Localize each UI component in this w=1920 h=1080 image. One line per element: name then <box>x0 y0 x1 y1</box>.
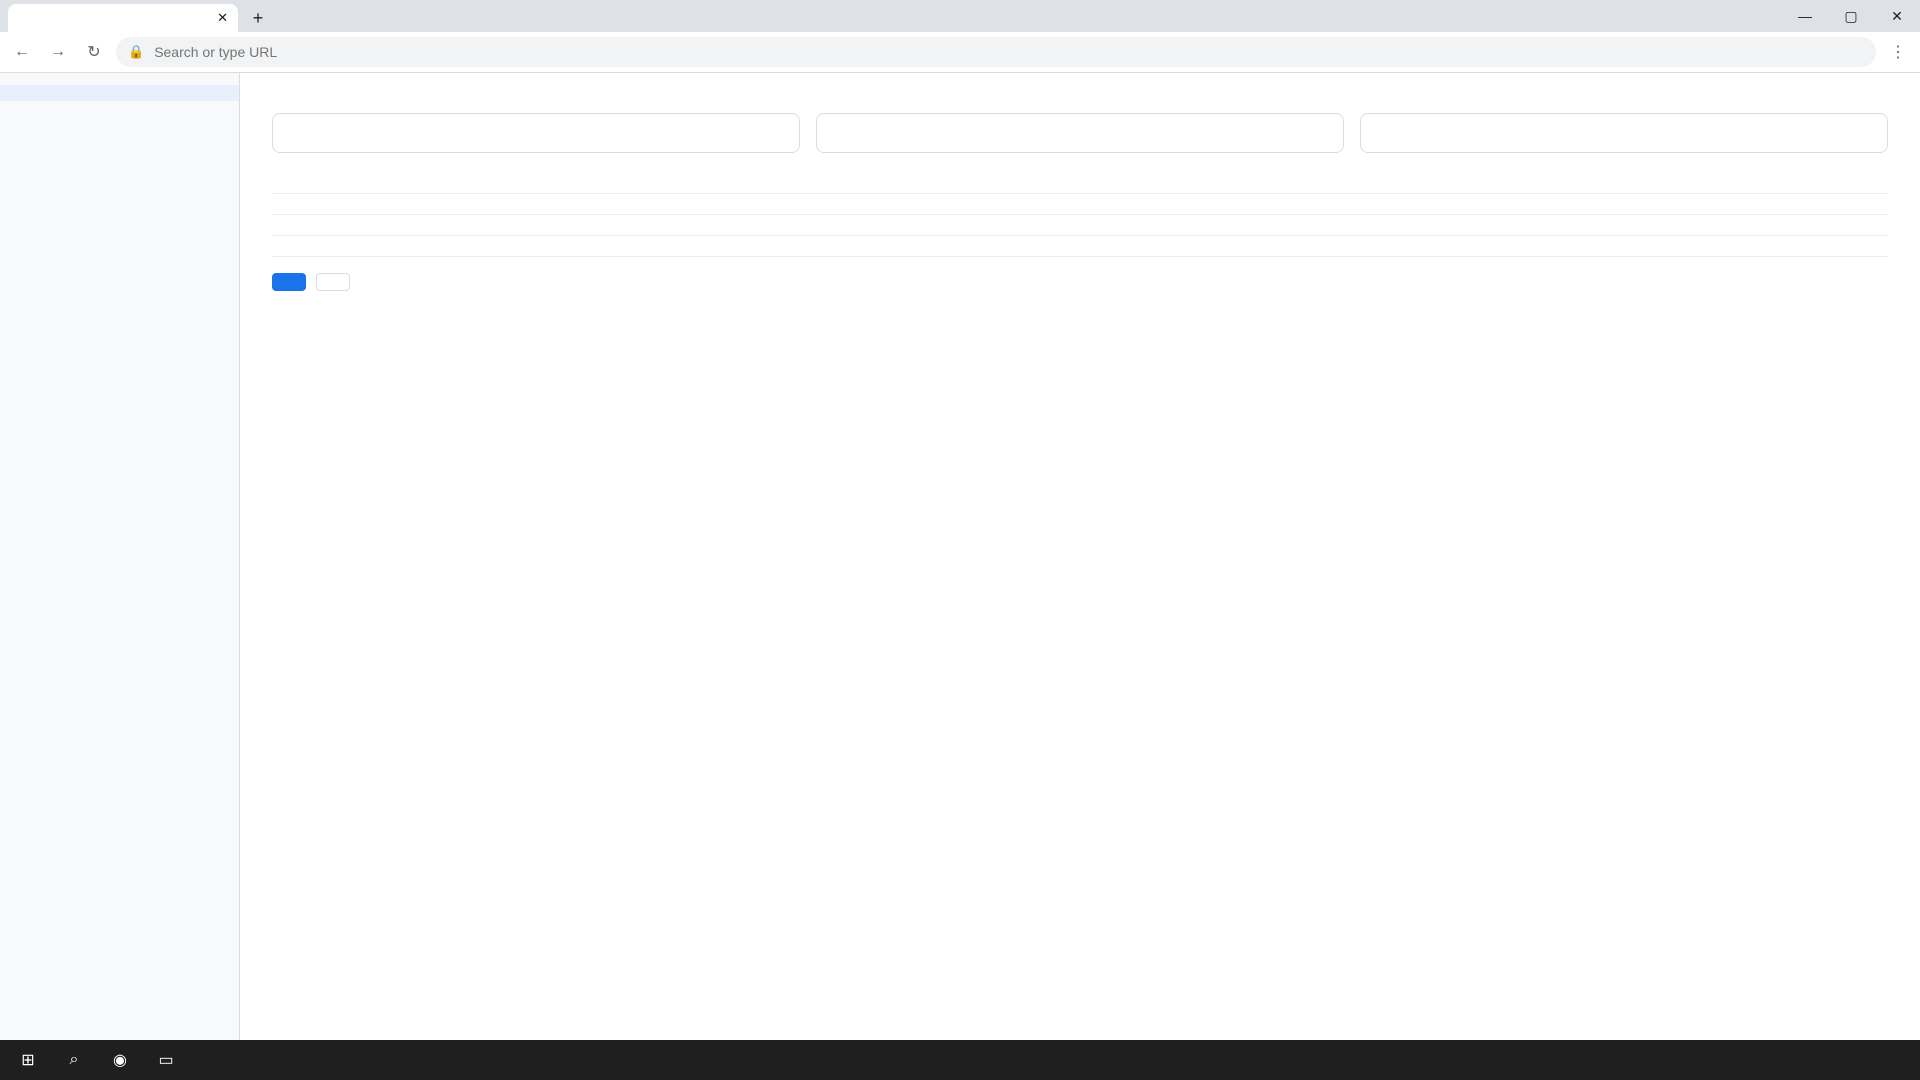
close-tab-icon[interactable]: ✕ <box>217 10 228 26</box>
url-input[interactable] <box>152 43 1864 61</box>
reload-icon[interactable]: ↻ <box>80 38 108 66</box>
table-cell <box>272 193 811 215</box>
action-buttons <box>272 273 1888 291</box>
table-cell <box>1349 214 1888 236</box>
browser-window: ✕ + — ▢ ✕ ← → ↻ 🔒 ⋮ <box>0 0 1920 1080</box>
windows-start-icon[interactable]: ⊞ <box>8 1044 48 1076</box>
summary-card <box>1360 113 1888 153</box>
primary-button[interactable] <box>272 273 306 291</box>
back-arrow-icon[interactable]: ← <box>8 38 36 66</box>
forward-arrow-icon[interactable]: → <box>44 38 72 66</box>
table-cell <box>272 235 811 257</box>
taskbar: ⊞ ⌕ ◉ ▭ <box>0 1040 1920 1080</box>
close-window-icon[interactable]: ✕ <box>1874 0 1920 32</box>
tab-strip: ✕ + — ▢ ✕ <box>0 0 1920 32</box>
sidebar-item[interactable] <box>0 117 239 133</box>
browser-toolbar: ← → ↻ 🔒 ⋮ <box>0 32 1920 73</box>
summary-card <box>272 113 800 153</box>
column-header[interactable] <box>810 173 1350 194</box>
table-cell <box>810 235 1350 257</box>
table-cell <box>1349 193 1888 215</box>
minimize-icon[interactable]: — <box>1782 0 1828 32</box>
table-header-row <box>272 173 1888 194</box>
browser-tab[interactable]: ✕ <box>8 4 238 32</box>
column-header[interactable] <box>272 173 811 194</box>
summary-cards <box>272 113 1888 153</box>
address-bar[interactable]: 🔒 <box>116 37 1876 67</box>
maximize-icon[interactable]: ▢ <box>1828 0 1874 32</box>
table-cell <box>810 214 1350 236</box>
table-cell <box>272 214 811 236</box>
summary-card <box>816 113 1344 153</box>
table-cell <box>1349 235 1888 257</box>
lock-icon: 🔒 <box>128 44 145 59</box>
data-table <box>272 173 1888 257</box>
sidebar-item[interactable] <box>0 85 239 101</box>
folder-icon[interactable]: ▭ <box>146 1044 186 1076</box>
browser-app-icon[interactable]: ◉ <box>100 1044 140 1076</box>
column-header[interactable] <box>1349 173 1888 194</box>
sidebar <box>0 73 240 1040</box>
table-row[interactable] <box>272 235 1888 257</box>
table-cell <box>810 193 1350 215</box>
secondary-button[interactable] <box>316 273 350 291</box>
main-panel <box>240 73 1920 1040</box>
search-icon[interactable]: ⌕ <box>54 1044 94 1076</box>
window-controls: — ▢ ✕ <box>1782 0 1920 32</box>
menu-icon[interactable]: ⋮ <box>1884 38 1912 66</box>
table-row[interactable] <box>272 193 1888 215</box>
table-row[interactable] <box>272 214 1888 236</box>
page-content <box>0 73 1920 1040</box>
sidebar-item[interactable] <box>0 101 239 117</box>
sidebar-item[interactable] <box>0 133 239 149</box>
new-tab-button[interactable]: + <box>244 4 272 32</box>
